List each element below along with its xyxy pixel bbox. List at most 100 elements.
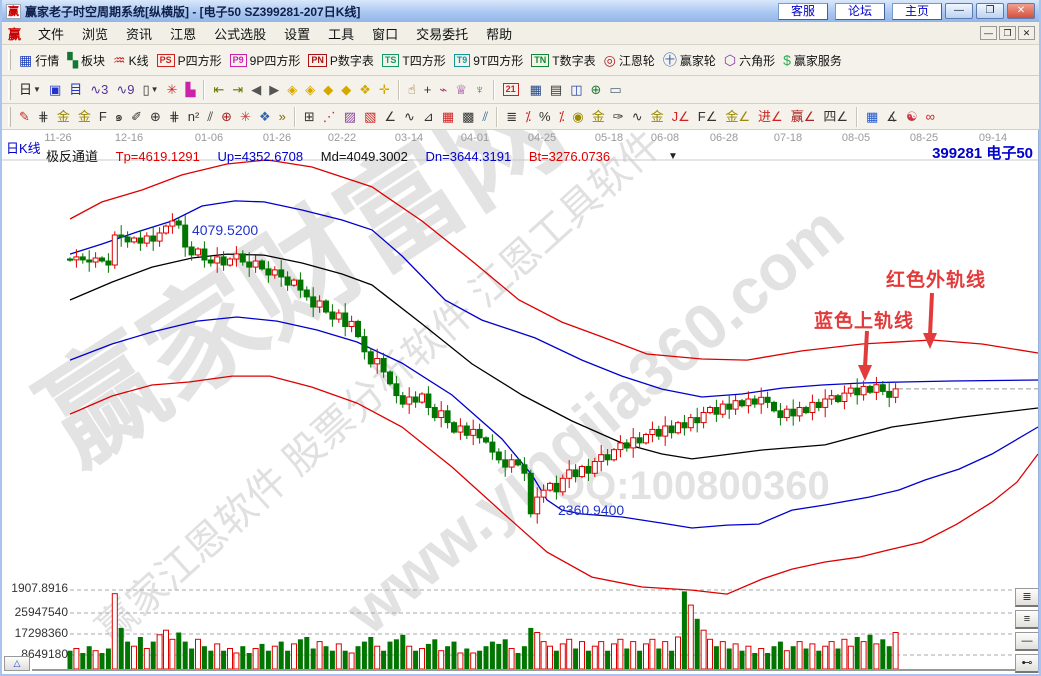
gann-wheel-button[interactable]: ◎江恩轮 [604, 52, 655, 69]
magnify-tool-icon[interactable]: ⌁ [439, 82, 447, 98]
wave-tool-icon[interactable]: ∿ [404, 109, 415, 125]
menu-资讯[interactable]: 资讯 [117, 22, 161, 45]
percent-under-icon[interactable]: ⁒ [559, 109, 565, 125]
diamond-plus-icon[interactable]: ✛ [379, 82, 390, 98]
hexagon-button[interactable]: ⬡六角形 [724, 52, 775, 69]
box-tool-icon[interactable]: ⊞ [304, 109, 315, 125]
pane-layout-button-1[interactable]: ≣ [1015, 588, 1039, 607]
knot-teal-icon[interactable]: ♆ [475, 82, 485, 98]
wave-circle-icon[interactable]: ∿ [632, 109, 643, 125]
candle-style-dropdown-icon[interactable]: ▯▼ [143, 82, 159, 98]
angle-lines-icon[interactable]: ∠ [384, 109, 396, 125]
circle-cross-icon[interactable]: ⊕ [150, 109, 161, 125]
chart-line-icon[interactable]: ∡ [886, 109, 898, 125]
gold-grid-1-icon[interactable]: 金 [57, 109, 70, 125]
restore-button[interactable]: ❐ [976, 3, 1004, 19]
pane-layout-button-2[interactable]: ≡ [1015, 610, 1039, 629]
kline-chart[interactable]: 赢家财富网赢家江恩软件 股票分析软件 江恩工具软件www.yingjia360.… [2, 130, 1039, 673]
grid-color-icon[interactable]: ▦ [866, 109, 878, 125]
diamond-right-icon[interactable]: ◈ [305, 82, 315, 98]
mdi-minimize-button[interactable]: — [980, 26, 997, 40]
last-bar-icon[interactable]: ⇥ [232, 82, 243, 98]
fan-box-icon[interactable]: ▨ [344, 109, 356, 125]
chart-type-dropdown-arrow-icon[interactable]: ▼ [33, 85, 41, 94]
indicator-name[interactable]: 极反通道 [46, 149, 98, 164]
peak-tool-icon[interactable]: ⊿ [423, 109, 434, 125]
first-bar-icon[interactable]: ⇤ [213, 82, 224, 98]
angle-gold-icon[interactable]: 金∠ [725, 109, 750, 125]
save-disk-icon[interactable]: ◫ [570, 82, 582, 98]
fan-red-icon[interactable]: ⋰ [323, 109, 336, 125]
sectors-button[interactable]: ▚板块 [67, 52, 105, 69]
menu-交易委托[interactable]: 交易委托 [407, 22, 477, 45]
diamond-cross-icon[interactable]: ◆ [341, 82, 351, 98]
angle-ruler-icon[interactable]: ⫽ [207, 109, 213, 125]
angle-f-icon[interactable]: F∠ [698, 109, 718, 125]
n-square-icon[interactable]: n² [188, 109, 200, 125]
printer-icon[interactable]: ▭ [609, 82, 621, 98]
title-link-2[interactable]: 主页 [892, 3, 942, 20]
ticks-icon[interactable]: ⋕ [169, 109, 180, 125]
angle-ying-icon[interactable]: 赢∠ [791, 109, 816, 125]
angle-j-icon[interactable]: J∠ [672, 109, 690, 125]
notes-icon[interactable]: 目 [69, 82, 82, 98]
prev-bar-icon[interactable]: ◀ [251, 82, 261, 98]
knot-red-icon[interactable]: ✳ [167, 82, 178, 98]
gold-grid-2-icon[interactable]: 金 [78, 109, 91, 125]
9p-square-button[interactable]: P99P四方形 [230, 52, 301, 69]
more-icon[interactable]: » [279, 109, 286, 125]
next-bar-icon[interactable]: ▶ [269, 82, 279, 98]
menu-窗口[interactable]: 窗口 [363, 22, 407, 45]
grid-red-icon[interactable]: ▦ [442, 109, 454, 125]
mdi-close-button[interactable]: ✕ [1018, 26, 1035, 40]
p-square-button[interactable]: PSP四方形 [157, 52, 222, 69]
chart-type-dropdown-icon[interactable]: 日▼ [19, 82, 41, 98]
title-link-1[interactable]: 论坛 [835, 3, 885, 20]
star-red-icon[interactable]: ✳ [240, 109, 251, 125]
symbol-label[interactable]: 399281 电子50 [932, 142, 1033, 163]
avatar-tool-icon[interactable]: ♕ [455, 82, 467, 98]
grid-ticks-icon[interactable]: ⋕ [38, 109, 49, 125]
menu-江恩[interactable]: 江恩 [161, 22, 205, 45]
winner-service-button[interactable]: $赢家服务 [783, 52, 842, 69]
close-button[interactable]: ✕ [1007, 3, 1035, 19]
9t-square-button[interactable]: T99T四方形 [454, 52, 524, 69]
title-link-0[interactable]: 客服 [778, 3, 828, 20]
percent-line-icon[interactable]: ⁒ [525, 109, 531, 125]
wave-3-icon[interactable]: ∿3 [90, 82, 108, 98]
kline-button[interactable]: ♒K线 [113, 52, 149, 69]
p-table-button[interactable]: PNP数字表 [308, 52, 374, 69]
notepad-icon[interactable]: ▤ [550, 82, 562, 98]
pattern-icon[interactable]: ▣ [49, 82, 61, 98]
star-box-icon[interactable]: ❖ [259, 109, 271, 125]
grid-f-icon[interactable]: F [99, 109, 107, 125]
ruler-list-icon[interactable]: ≣ [506, 109, 517, 125]
spiral-icon[interactable]: ๑ [115, 109, 123, 125]
percent-icon[interactable]: % [539, 109, 551, 125]
box-lines-icon[interactable]: ▧ [364, 109, 376, 125]
browser-globe-icon[interactable]: ⊕ [591, 82, 602, 98]
period-label[interactable]: 日K线 [6, 138, 41, 157]
gold-under-icon[interactable]: 金 [651, 109, 664, 125]
menu-工具[interactable]: 工具 [319, 22, 363, 45]
crosshair-tool-icon[interactable]: + [424, 82, 432, 98]
menu-文件[interactable]: 文件 [29, 22, 73, 45]
menu-帮助[interactable]: 帮助 [477, 22, 521, 45]
pane-layout-button-3[interactable]: — [1015, 632, 1039, 651]
yinyang-icon[interactable]: ☯ [906, 109, 918, 125]
winner-wheel-button[interactable]: ㊉赢家轮 [663, 52, 716, 69]
t-table-button[interactable]: TNT数字表 [531, 52, 595, 69]
minimize-button[interactable]: — [945, 3, 973, 19]
angle-jin-icon[interactable]: 进∠ [758, 109, 783, 125]
pen-ruler-icon[interactable]: ✐ [131, 109, 142, 125]
quotes-button[interactable]: ▦行情 [19, 52, 59, 69]
diamond-star-icon[interactable]: ❖ [359, 82, 371, 98]
pen-red-icon[interactable]: ✎ [19, 109, 30, 125]
calculator-icon[interactable]: ▦ [530, 82, 542, 98]
gold-line-icon[interactable]: 金 [592, 109, 605, 125]
wave-9-icon[interactable]: ∿9 [116, 82, 134, 98]
calendar-icon[interactable]: 21 [503, 83, 522, 96]
pen-ink-icon[interactable]: ✑ [613, 109, 624, 125]
menu-浏览[interactable]: 浏览 [73, 22, 117, 45]
gold-circle-icon[interactable]: ◉ [572, 109, 583, 125]
